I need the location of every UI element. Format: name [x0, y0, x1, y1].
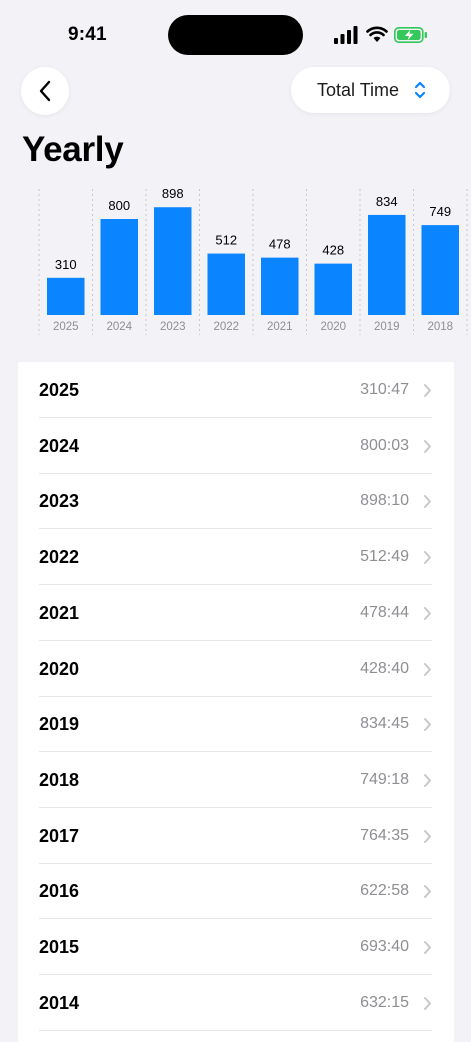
chart-value-label: 512 [215, 233, 237, 248]
row-total-time: 310:47 [360, 381, 409, 398]
chart-x-tick-label: 2025 [53, 321, 79, 333]
chevron-right-icon [424, 773, 431, 787]
row-year: 2015 [39, 937, 80, 957]
list-row-2021[interactable]: 2021 478:44 [18, 585, 454, 641]
chart-bar-2020[interactable] [314, 263, 353, 315]
row-total-time: 800:03 [360, 436, 409, 454]
chart-bar-2023[interactable] [154, 207, 192, 315]
list-row-2019[interactable]: 2019 834:45 [18, 696, 454, 753]
chart-value-label: 749 [429, 204, 451, 219]
row-total-time: 764:35 [360, 826, 409, 844]
row-year: 2016 [39, 881, 80, 902]
chevron-right-icon [424, 718, 431, 732]
list-row-2017[interactable]: 2017 764:35 [18, 808, 454, 864]
list-row-2018[interactable]: 2018 749:18 [18, 752, 454, 808]
chevron-right-icon [424, 662, 431, 676]
chart-value-label: 800 [108, 198, 130, 213]
chart-value-label: 310 [55, 257, 77, 272]
chevron-right-icon [424, 495, 431, 509]
list-row-2016[interactable]: 2016 622:58 [18, 863, 454, 920]
chart-svg: 310 2025 800 2024 898 2023 512 2022 478 2021 428 20… [38, 186, 468, 335]
row-year: 2014 [39, 992, 80, 1013]
chevron-left-icon [39, 80, 51, 102]
chart-x-tick-label: 2023 [160, 321, 186, 333]
row-total-time: 512:49 [360, 548, 409, 566]
chart-x-tick-label: 2021 [267, 321, 293, 333]
chart-x-tick-label: 2022 [213, 321, 239, 333]
cellular-signal-icon [334, 26, 358, 44]
chevron-right-icon [424, 439, 431, 453]
chevron-right-icon [424, 829, 431, 843]
row-total-time: 898:10 [360, 492, 409, 510]
chart-bar-2018[interactable] [421, 225, 460, 315]
chart-bar-2025[interactable] [47, 277, 85, 315]
chevron-right-icon [424, 941, 431, 954]
chart-value-label: 428 [322, 243, 344, 258]
chevron-right-icon [424, 606, 431, 620]
chart-value-label: 834 [376, 194, 398, 209]
list-row-2024[interactable]: 2024 800:03 [18, 418, 454, 474]
row-year: 2019 [39, 714, 80, 735]
year-list: 2025 310:47 2024 800:03 2023 898:10 2022 512:49… [18, 362, 454, 1042]
filter-label: Total Time [317, 80, 400, 100]
row-year: 2020 [39, 658, 80, 679]
chart-bar-2022[interactable] [207, 253, 246, 315]
chevron-right-icon [424, 551, 431, 565]
status-bar: 9:41 [0, 0, 471, 60]
list-row-2023[interactable]: 2023 898:10 [18, 473, 454, 530]
chevron-right-icon [424, 384, 431, 397]
dynamic-island [168, 15, 303, 55]
row-total-time: 428:40 [360, 659, 409, 677]
chart-x-tick-label: 2024 [106, 321, 132, 333]
yearly-bar-chart[interactable]: 310 2025 800 2024 898 2023 512 2022 478 2021 428 20… [0, 185, 471, 340]
status-time: 9:41 [68, 24, 107, 45]
row-total-time: 749:18 [360, 770, 409, 788]
chart-bar-2019[interactable] [368, 214, 406, 315]
row-divider [39, 1029, 432, 1031]
row-total-time: 632:15 [360, 993, 409, 1011]
row-total-time: 834:45 [360, 715, 409, 733]
total-time-selector[interactable]: Total Time [291, 67, 450, 113]
row-total-time: 478:44 [360, 603, 409, 621]
chart-x-tick-label: 2018 [427, 321, 453, 333]
page-title: Yearly [22, 130, 124, 169]
list-row-2015[interactable]: 2015 693:40 [18, 919, 454, 975]
row-year: 2017 [39, 825, 80, 846]
row-year: 2025 [39, 380, 80, 400]
list-row-2022[interactable]: 2022 512:49 [18, 529, 454, 586]
wifi-icon [366, 26, 388, 42]
row-total-time: 622:58 [360, 882, 409, 900]
chevron-up-down-icon [414, 81, 426, 99]
list-row-2020[interactable]: 2020 428:40 [18, 641, 454, 697]
chart-value-label: 898 [162, 186, 184, 201]
row-year: 2023 [39, 491, 80, 512]
status-icons [334, 26, 434, 44]
row-year: 2022 [39, 547, 80, 568]
chart-bar-2024[interactable] [100, 219, 139, 315]
chevron-right-icon [424, 885, 431, 899]
chevron-right-icon [424, 996, 431, 1010]
battery-charging-icon [394, 27, 427, 43]
list-row-2014[interactable]: 2014 632:15 [18, 975, 454, 1031]
list-row-2025[interactable]: 2025 310:47 [18, 362, 454, 418]
chart-x-tick-label: 2019 [374, 321, 400, 333]
back-button[interactable] [21, 67, 69, 115]
row-year: 2024 [39, 435, 80, 456]
chart-value-label: 478 [269, 237, 291, 252]
row-year: 2018 [39, 769, 80, 790]
row-year: 2021 [39, 602, 80, 623]
chart-x-tick-label: 2020 [320, 321, 346, 333]
row-total-time: 693:40 [360, 938, 409, 955]
chart-bar-2021[interactable] [261, 257, 299, 315]
